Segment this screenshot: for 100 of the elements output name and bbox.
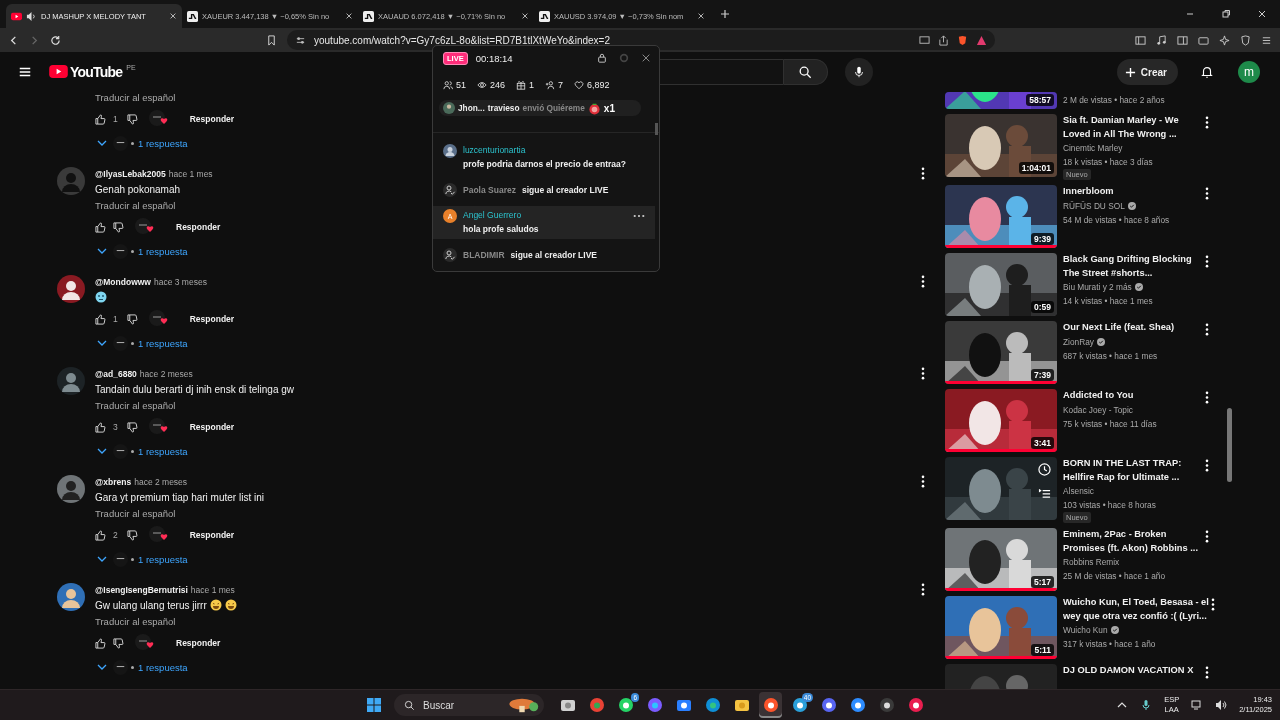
replies-link[interactable]: 1 respuesta — [131, 445, 188, 457]
panel-icon[interactable] — [1177, 34, 1188, 46]
more-options-icon[interactable] — [1205, 459, 1209, 472]
thumbs-down-icon[interactable] — [113, 221, 124, 233]
comment-time[interactable]: hace 2 meses — [139, 368, 193, 379]
taskbar-search-field[interactable]: Buscar — [394, 694, 544, 716]
channel-name[interactable]: ZionRay — [1063, 334, 1094, 349]
more-options-icon[interactable] — [633, 214, 645, 218]
chat-username[interactable]: Paola Suarez — [463, 185, 516, 195]
close-icon[interactable] — [521, 12, 529, 20]
comment-time[interactable]: hace 1 mes — [168, 168, 213, 179]
thumbs-up-icon[interactable] — [95, 113, 106, 125]
translate-link[interactable]: Traducir al español — [95, 92, 176, 103]
more-options-icon[interactable] — [1210, 598, 1215, 611]
video-title[interactable]: DJ OLD DAMON VACATION X — [1063, 665, 1194, 675]
menu-icon[interactable] — [18, 65, 32, 79]
chat-message-row[interactable]: luzcenturionartia profe podria darnos el precio de entraa? — [433, 141, 655, 174]
channel-name[interactable]: Cinemtic Marley — [1063, 141, 1123, 155]
comment-time[interactable]: hace 2 meses — [134, 476, 188, 487]
share-icon[interactable] — [938, 34, 949, 46]
more-options-icon[interactable] — [1205, 187, 1209, 200]
user-avatar[interactable] — [57, 275, 85, 303]
video-title[interactable]: BORN IN THE LAST TRAP: — [1063, 458, 1182, 468]
video-title[interactable]: wey que otra vez confió :( (Lyri... — [1063, 610, 1207, 621]
more-options-icon[interactable] — [1205, 666, 1209, 679]
triangle-icon[interactable] — [976, 34, 987, 46]
video-title[interactable]: Hellfire Rap for Ultimate ... — [1063, 471, 1180, 482]
scrollbar-thumb[interactable] — [1227, 408, 1232, 482]
channel-name[interactable]: Biu Murati y 2 más — [1063, 280, 1132, 294]
speaker-icon[interactable] — [26, 10, 37, 22]
address-field[interactable]: youtube.com/watch?v=Gy7c6zL-8o&list=RD7B1tlXtWeYo&index=2 — [287, 30, 995, 50]
more-options-icon[interactable] — [1205, 530, 1209, 543]
video-title[interactable]: Our Next Life (feat. Shea) — [1063, 322, 1175, 332]
video-title[interactable]: Black Gang Drifting Blocking — [1063, 254, 1192, 264]
thumbs-down-icon[interactable] — [126, 313, 138, 325]
video-title[interactable]: Wuicho Kun, El Toed, Besasa - el — [1063, 597, 1209, 607]
replies-link[interactable]: 1 respuesta — [131, 553, 188, 565]
site-info-icon[interactable] — [295, 34, 306, 46]
channel-name[interactable]: Wuicho Kun — [1063, 623, 1108, 637]
new-tab-icon[interactable] — [720, 9, 730, 19]
search-button[interactable] — [783, 59, 828, 85]
more-options-icon[interactable] — [1205, 323, 1209, 336]
sparkle-icon[interactable] — [1219, 34, 1230, 46]
thumbs-up-icon[interactable] — [95, 529, 106, 541]
restore-icon[interactable] — [1221, 9, 1231, 19]
reply-button[interactable]: Responder — [183, 418, 241, 436]
back-icon[interactable] — [8, 34, 19, 46]
video-title[interactable]: Innerbloom — [1063, 186, 1114, 196]
lock-icon[interactable] — [597, 53, 607, 63]
replies-link[interactable]: 1 respuesta — [131, 337, 188, 349]
more-options-icon[interactable] — [1205, 391, 1209, 404]
comment-time[interactable]: hace 1 mes — [190, 584, 235, 595]
thumbs-down-icon[interactable] — [126, 421, 138, 433]
more-options-icon[interactable] — [1205, 116, 1209, 129]
replies-link[interactable]: 1 respuesta — [131, 245, 188, 257]
sidebar-icon[interactable] — [1135, 34, 1146, 46]
channel-name[interactable]: RÜFÜS DU SOL — [1063, 198, 1125, 213]
replies-link[interactable]: 1 respuesta — [131, 137, 188, 149]
comment-author[interactable]: @IsengIsengBernutrisi — [95, 584, 188, 595]
thumbs-up-icon[interactable] — [95, 637, 106, 649]
voice-search-button[interactable] — [844, 58, 873, 86]
thumbs-up-icon[interactable] — [95, 313, 106, 325]
clock-icon[interactable] — [1038, 463, 1051, 476]
video-title[interactable]: Sia ft. Damian Marley - We — [1063, 115, 1179, 125]
more-options-icon[interactable] — [921, 475, 925, 488]
chat-message-row[interactable]: BLADIMIR sigue al creador LIVE — [433, 239, 655, 271]
volume-icon[interactable] — [1215, 699, 1228, 711]
wallet-icon[interactable] — [1198, 34, 1209, 46]
shield-icon[interactable] — [1240, 34, 1251, 46]
translate-link[interactable]: Traducir al español — [95, 399, 176, 411]
reply-button[interactable]: Responder — [183, 310, 241, 328]
cast-icon[interactable] — [919, 34, 930, 46]
close-icon[interactable] — [641, 53, 651, 63]
chat-message-row[interactable]: Paola Suarez sigue al creador LIVE — [433, 174, 655, 206]
more-options-icon[interactable] — [921, 275, 925, 288]
comment-author[interactable]: @IlyasLebak2005 — [95, 168, 166, 179]
menu-icon[interactable] — [1261, 34, 1272, 46]
translate-link[interactable]: Traducir al español — [95, 507, 176, 519]
replies-link[interactable]: 1 respuesta — [131, 661, 188, 673]
chat-username[interactable]: BLADIMIR — [463, 250, 505, 260]
reply-button[interactable]: Responder — [183, 110, 241, 128]
reply-button[interactable]: Responder — [170, 218, 227, 236]
bookmark-icon[interactable] — [266, 34, 277, 46]
user-avatar[interactable] — [57, 583, 85, 611]
account-avatar[interactable]: m — [1238, 61, 1260, 83]
chat-username[interactable]: Angel Guerrero — [463, 210, 522, 220]
close-icon[interactable] — [169, 12, 177, 20]
music-icon[interactable] — [1156, 34, 1167, 46]
video-title[interactable]: Promises (ft. Akon) Robbins ... — [1063, 542, 1198, 553]
chat-username[interactable]: luzcenturionartia — [463, 145, 526, 155]
create-button[interactable]: Crear — [1116, 59, 1178, 85]
video-title[interactable]: Addicted to You — [1063, 390, 1134, 400]
video-title[interactable]: The Street #shorts... — [1063, 267, 1153, 278]
more-options-icon[interactable] — [921, 367, 925, 380]
translate-link[interactable]: Traducir al español — [95, 615, 176, 627]
reply-button[interactable]: Responder — [183, 526, 241, 544]
more-options-icon[interactable] — [1205, 255, 1209, 268]
comment-author[interactable]: @Mondowww — [95, 276, 151, 287]
channel-name[interactable]: Robbins Remix — [1063, 555, 1120, 569]
start-icon[interactable] — [366, 697, 382, 713]
